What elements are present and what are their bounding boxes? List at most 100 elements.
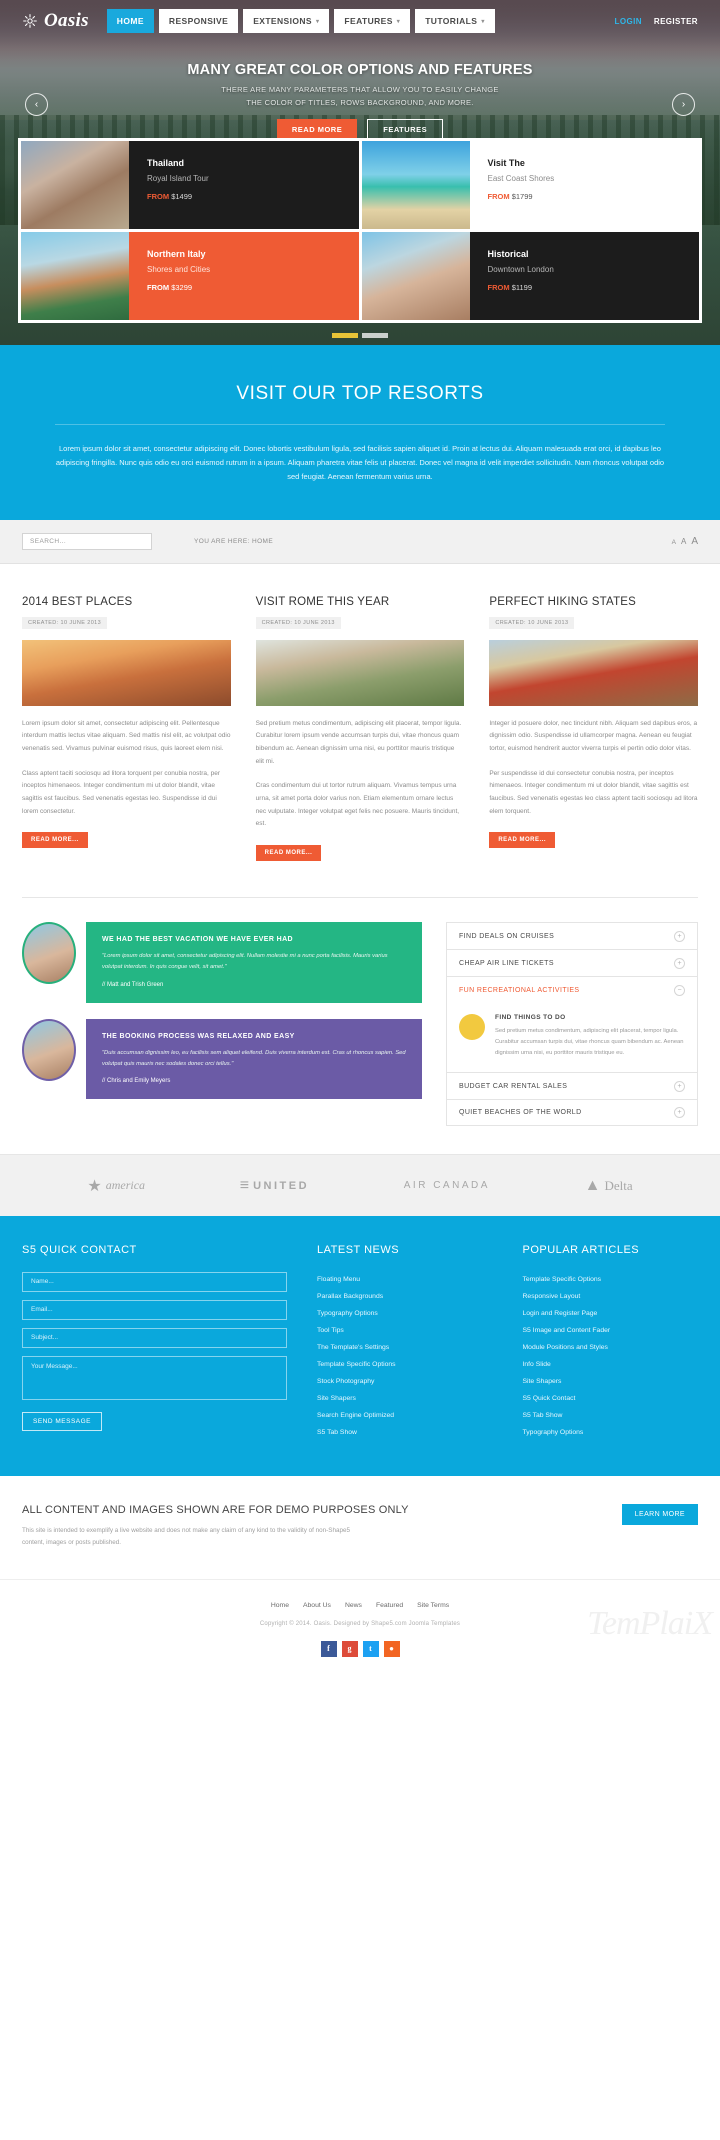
twitter-icon[interactable]: t [362, 1640, 379, 1657]
card-title: Thailand [147, 158, 185, 168]
watermark: TemPlaiX [587, 1604, 713, 1642]
font-size-large-button[interactable]: A [691, 536, 698, 547]
nav-item-home[interactable]: HOME [106, 9, 154, 33]
nav-item-features[interactable]: FEATURES ▾ [334, 9, 411, 33]
article-paragraph-1: Integer id posuere dolor, nec tincidunt … [489, 719, 698, 752]
article-read-more-button[interactable]: READ MORE... [255, 845, 322, 861]
facebook-icon[interactable]: f [320, 1640, 337, 1657]
latest-news-heading: LATEST NEWS [317, 1244, 400, 1256]
article-image [489, 639, 699, 706]
gear-icon [22, 13, 38, 29]
popular-link[interactable]: Module Positions and Styles [523, 1340, 699, 1357]
triangle-icon: ▲ [584, 1176, 601, 1194]
card-price: FROM $3299 [147, 283, 359, 292]
star-icon: ★ [87, 1177, 102, 1195]
popular-link[interactable]: Info Slide [523, 1357, 699, 1374]
news-link[interactable]: Typography Options [317, 1306, 493, 1323]
popular-link[interactable]: Login and Register Page [523, 1306, 699, 1323]
card-east-coast[interactable]: Visit The East Coast Shores FROM $1799 [361, 141, 700, 229]
article-hiking-states: PERFECT HIKING STATES CREATED: 10 JUNE 2… [489, 596, 699, 861]
main-menu: HOME RESPONSIVE EXTENSIONS ▾ FEATURES ▾ … [106, 9, 495, 33]
popular-link[interactable]: Responsive Layout [523, 1289, 699, 1306]
slider-dot-1[interactable] [332, 333, 358, 338]
news-link[interactable]: S5 Tab Show [317, 1425, 493, 1442]
card-historical-london[interactable]: Historical Downtown London FROM $1199 [361, 232, 700, 320]
news-link[interactable]: Site Shapers [317, 1391, 493, 1408]
search-input[interactable]: SEARCH... [22, 532, 152, 550]
message-field[interactable]: Your Message... [22, 1356, 287, 1400]
news-link[interactable]: Template Specific Options [317, 1357, 493, 1374]
hero-read-more-button[interactable]: READ MORE [276, 119, 358, 140]
card-image [21, 232, 129, 320]
accordion-item-quiet-beaches[interactable]: QUIET BEACHES OF THE WORLD + [446, 1099, 698, 1126]
footer-link-about-us[interactable]: About Us [303, 1602, 331, 1609]
popular-link[interactable]: S5 Image and Content Fader [523, 1323, 699, 1340]
nav-item-responsive[interactable]: RESPONSIVE [158, 9, 239, 33]
slider-prev-arrow[interactable]: ‹ [25, 93, 48, 116]
cloud-icon [459, 1014, 485, 1040]
nav-item-tutorials[interactable]: TUTORIALS ▾ [415, 9, 495, 33]
footer-link-home[interactable]: Home [271, 1602, 289, 1609]
font-size-small-button[interactable]: A [672, 539, 676, 546]
slider-dot-2[interactable] [362, 333, 388, 338]
send-message-button[interactable]: SEND MESSAGE [22, 1412, 103, 1431]
hero-features-button[interactable]: FEATURES [367, 119, 444, 140]
accordion-item-recreational[interactable]: FUN RECREATIONAL ACTIVITIES − [446, 976, 698, 1003]
accordion-label: CHEAP AIR LINE TICKETS [459, 959, 554, 967]
popular-link[interactable]: Typography Options [523, 1425, 699, 1442]
article-paragraph-2: Cras condimentum dui ut tortor rutrum al… [255, 782, 460, 828]
rss-icon[interactable]: ● [383, 1640, 400, 1657]
accordion-item-cruises[interactable]: FIND DEALS ON CRUISES + [446, 922, 698, 949]
accordion-panel-recreational: FIND THINGS TO DO Sed pretium metus cond… [446, 1003, 698, 1072]
brand-air-canada: AIR CANADA [404, 1180, 490, 1191]
email-field[interactable]: Email... [22, 1300, 287, 1320]
popular-link[interactable]: S5 Quick Contact [523, 1391, 699, 1408]
article-read-more-button[interactable]: READ MORE... [489, 832, 556, 849]
news-link[interactable]: Floating Menu [317, 1272, 493, 1289]
news-link[interactable]: Stock Photography [317, 1374, 493, 1391]
popular-link[interactable]: S5 Tab Show [523, 1408, 699, 1425]
register-link[interactable]: REGISTER [654, 17, 698, 26]
testimonials-and-accordion-section: WE HAD THE BEST VACATION WE HAVE EVER HA… [0, 898, 720, 1154]
card-subtitle: Downtown London [487, 265, 554, 274]
news-link[interactable]: Parallax Backgrounds [317, 1289, 493, 1306]
news-link[interactable]: Search Engine Optimized [317, 1408, 493, 1425]
google-plus-icon[interactable]: g [341, 1640, 358, 1657]
plus-icon: + [674, 957, 685, 969]
font-size-medium-button[interactable]: A [681, 537, 686, 546]
popular-link[interactable]: Template Specific Options [523, 1272, 699, 1289]
learn-more-button[interactable]: LEARN MORE [621, 1503, 698, 1525]
card-body: Visit The East Coast Shores FROM $1799 [470, 141, 700, 229]
nav-item-extensions[interactable]: EXTENSIONS ▾ [243, 9, 330, 33]
site-logo[interactable]: Oasis [22, 10, 89, 32]
article-title[interactable]: VISIT ROME THIS YEAR [256, 596, 465, 608]
article-title[interactable]: 2014 BEST PLACES [22, 596, 231, 608]
footer-bottom: Home About Us News Featured Site Terms C… [0, 1578, 720, 1683]
resorts-body: Lorem ipsum dolor sit amet, consectetur … [55, 444, 665, 481]
card-thailand[interactable]: Thailand Royal Island Tour FROM $1499 [21, 141, 359, 229]
card-row: Northern Italy Shores and Cities FROM $3… [21, 232, 699, 320]
article-read-more-button[interactable]: READ MORE... [22, 832, 88, 849]
news-link[interactable]: The Template's Settings [317, 1340, 493, 1357]
card-image [361, 232, 470, 320]
news-link[interactable]: Tool Tips [317, 1323, 493, 1340]
card-northern-italy[interactable]: Northern Italy Shores and Cities FROM $3… [21, 232, 359, 320]
resorts-heading: VISIT OUR TOP RESORTS [236, 383, 484, 404]
nav-label: EXTENSIONS [253, 16, 312, 26]
slider-next-arrow[interactable]: › [672, 93, 695, 116]
popular-link[interactable]: Site Shapers [523, 1374, 699, 1391]
brand-label: UNITED [253, 1179, 310, 1192]
testimonial-matt-trish: WE HAD THE BEST VACATION WE HAVE EVER HA… [22, 922, 422, 1003]
footer-link-news[interactable]: News [345, 1602, 362, 1609]
card-body: Historical Downtown London FROM $1199 [470, 232, 700, 320]
login-link[interactable]: LOGIN [615, 17, 642, 26]
brand-label: america [105, 1178, 146, 1192]
accordion-item-car-rental[interactable]: BUDGET CAR RENTAL SALES + [446, 1072, 698, 1099]
accordion-item-air-tickets[interactable]: CHEAP AIR LINE TICKETS + [446, 949, 698, 976]
avatar [22, 1018, 76, 1081]
footer-link-site-terms[interactable]: Site Terms [417, 1602, 449, 1609]
subject-field[interactable]: Subject... [22, 1328, 287, 1348]
name-field[interactable]: Name... [22, 1272, 287, 1292]
footer-link-featured[interactable]: Featured [376, 1602, 403, 1609]
article-title[interactable]: PERFECT HIKING STATES [489, 596, 698, 608]
